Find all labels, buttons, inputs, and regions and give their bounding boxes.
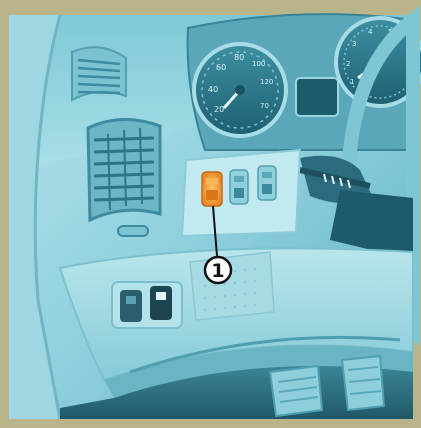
lower-switch-right — [150, 286, 172, 320]
speedometer-tick-70: 70 — [260, 102, 269, 110]
center-display — [295, 77, 339, 117]
accelerator-pedal — [340, 354, 386, 412]
tachometer-tick-3: 3 — [352, 40, 356, 48]
upper-air-vent — [71, 46, 127, 102]
speaker-grille — [189, 251, 275, 321]
dashboard-photo: 20 40 60 80 100 120 70 1 2 3 4 5 1 — [0, 0, 421, 428]
speedometer-tick-60: 60 — [216, 63, 226, 72]
speedometer-tick-120: 120 — [260, 78, 273, 86]
tachometer-tick-4: 4 — [368, 28, 373, 36]
callout-marker: 1 — [203, 255, 233, 285]
speedometer-tick-80: 80 — [234, 53, 244, 62]
callout-number: 1 — [211, 260, 224, 282]
switch-2 — [229, 169, 249, 205]
switch-panel — [180, 148, 302, 238]
brake-pedal — [268, 364, 324, 418]
lower-switch-block — [111, 281, 183, 329]
speedometer-tick-20: 20 — [214, 105, 224, 114]
highlighted-switch — [201, 171, 223, 207]
switch-3 — [257, 165, 277, 201]
tachometer-tick-2: 2 — [346, 60, 350, 68]
tachometer-tick-1: 1 — [350, 78, 354, 86]
speedometer-gauge: 20 40 60 80 100 120 70 — [192, 42, 288, 138]
lower-switch-left — [120, 290, 142, 322]
speedometer-tick-40: 40 — [208, 85, 218, 94]
speedometer-tick-100: 100 — [252, 60, 265, 68]
photo-area: 20 40 60 80 100 120 70 1 2 3 4 5 1 — [9, 5, 421, 420]
